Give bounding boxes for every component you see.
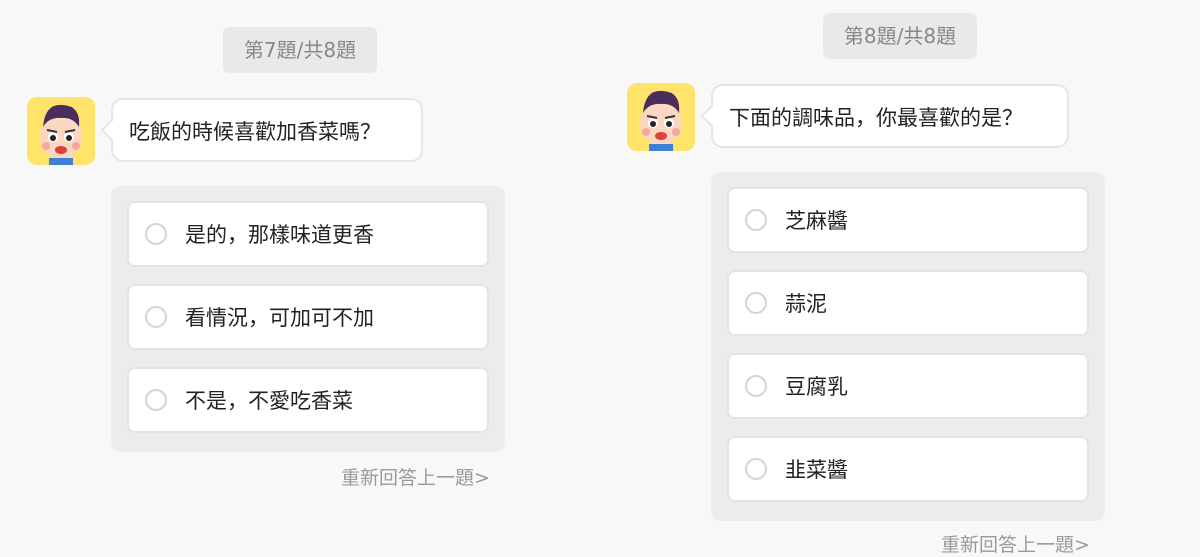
options-list: 芝麻醬 蒜泥 豆腐乳 韭菜醬 [711,172,1105,521]
redo-previous-link[interactable]: 重新回答上一題> [341,463,490,490]
question-panel-8: 第8題/共8題 下面的調味品，你最喜歡的是？ 芝麻醬 蒜泥 豆腐乳 韭菜醬 重新… [600,0,1200,556]
bot-avatar-icon [27,97,95,165]
option-label: 是的，那樣味道更香 [185,223,374,247]
radio-button-icon[interactable] [745,209,767,231]
redo-previous-link[interactable]: 重新回答上一題> [941,530,1090,557]
option-label: 豆腐乳 [785,375,848,399]
option-item[interactable]: 芝麻醬 [727,187,1089,253]
progress-indicator: 第7題/共8題 [223,27,377,73]
progress-indicator: 第8題/共8題 [823,13,977,59]
question-bubble: 下面的調味品，你最喜歡的是？ [711,84,1069,148]
option-label: 芝麻醬 [785,209,848,233]
option-item[interactable]: 看情況，可加可不加 [127,284,489,350]
option-label: 蒜泥 [785,292,827,316]
radio-button-icon[interactable] [745,292,767,314]
options-list: 是的，那樣味道更香 看情況，可加可不加 不是，不愛吃香菜 [111,186,505,452]
radio-button-icon[interactable] [745,458,767,480]
option-item[interactable]: 蒜泥 [727,270,1089,336]
option-item[interactable]: 豆腐乳 [727,353,1089,419]
radio-button-icon[interactable] [745,375,767,397]
option-item[interactable]: 韭菜醬 [727,436,1089,502]
bot-avatar-icon [627,83,695,151]
option-label: 看情況，可加可不加 [185,306,374,330]
radio-button-icon[interactable] [145,223,167,245]
option-item[interactable]: 是的，那樣味道更香 [127,201,489,267]
radio-button-icon[interactable] [145,389,167,411]
option-item[interactable]: 不是，不愛吃香菜 [127,367,489,433]
radio-button-icon[interactable] [145,306,167,328]
option-label: 不是，不愛吃香菜 [185,389,353,413]
question-bubble: 吃飯的時候喜歡加香菜嗎？ [111,98,423,162]
question-panel-7: 第7題/共8題 吃飯的時候喜歡加香菜嗎？ 是的，那樣味道更香 看情況，可加可不加 [0,0,600,550]
option-label: 韭菜醬 [785,458,848,482]
